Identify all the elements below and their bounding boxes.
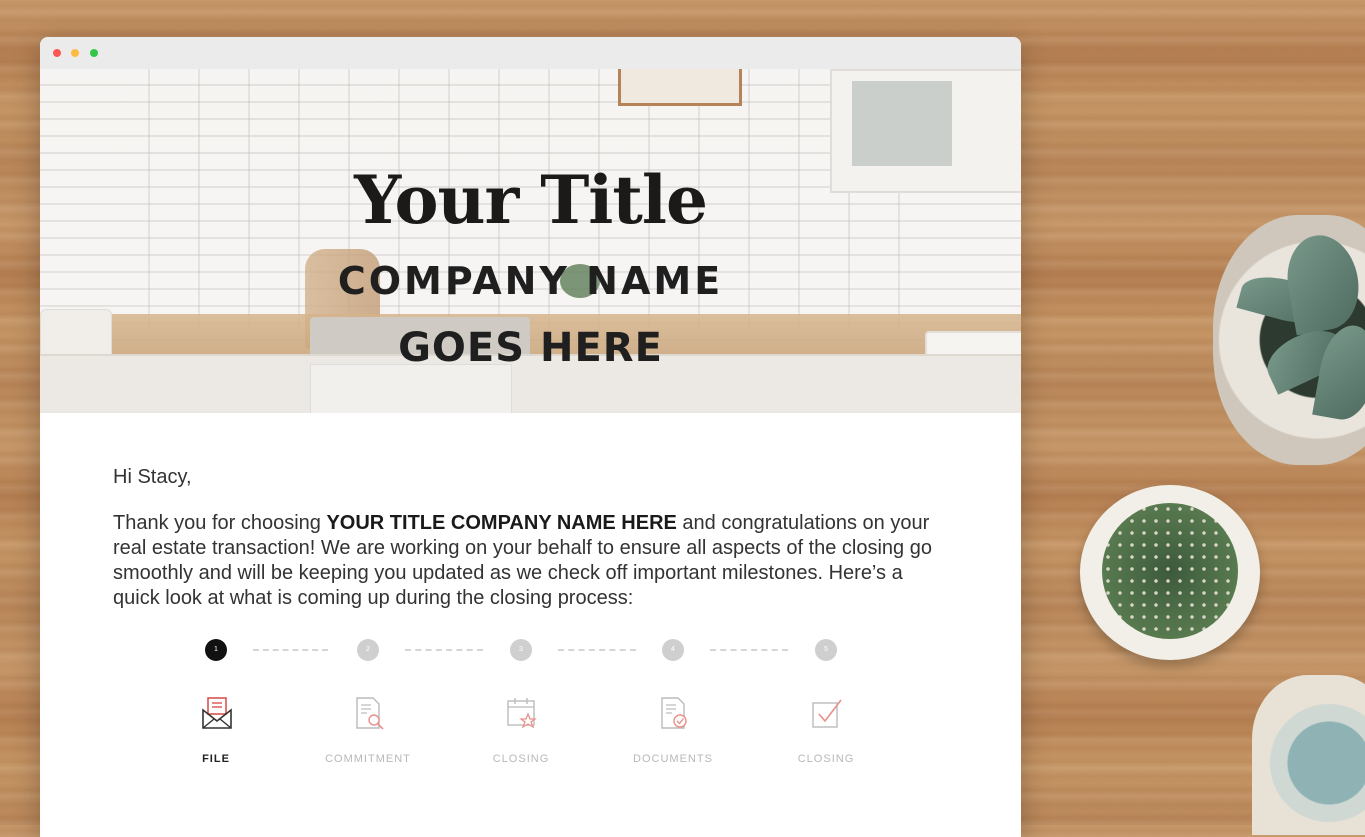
intro-company-name: YOUR TITLE COMPANY NAME HERE bbox=[326, 512, 677, 534]
hero-banner: Your Title COMPANY NAME GOES HERE bbox=[40, 69, 1021, 413]
hero-company-name: COMPANY NAME bbox=[337, 259, 724, 303]
step-connector bbox=[558, 649, 636, 651]
greeting-text: Hi Stacy, bbox=[113, 466, 192, 488]
step-dot-1: 1 bbox=[205, 639, 227, 661]
cactus-spikes bbox=[1102, 503, 1238, 639]
cactus-pot-decoration bbox=[1080, 485, 1260, 660]
minimize-window-button[interactable] bbox=[71, 49, 79, 57]
document-check-icon bbox=[661, 697, 687, 729]
step-label-2: COMMITMENT bbox=[325, 753, 411, 765]
step-label-4: DOCUMENTS bbox=[633, 753, 713, 765]
step-dot-5: 5 bbox=[815, 639, 837, 661]
succulent-pot-decoration-bottom bbox=[1252, 675, 1365, 835]
hero-goes-here: GOES HERE bbox=[398, 325, 663, 371]
step-label-3: CLOSING bbox=[492, 753, 550, 765]
step-dot-3: 3 bbox=[510, 639, 532, 661]
intro-text-before: Thank you for choosing bbox=[113, 512, 327, 534]
step-connector bbox=[253, 649, 328, 651]
step-dot-2: 2 bbox=[357, 639, 379, 661]
intro-paragraph: Thank you for choosing YOUR TITLE COMPAN… bbox=[113, 511, 948, 611]
step-connector bbox=[710, 649, 788, 651]
envelope-icon bbox=[202, 697, 232, 729]
close-window-button[interactable] bbox=[53, 49, 61, 57]
hero-title: Your Title bbox=[354, 161, 708, 239]
window-titlebar bbox=[40, 37, 1021, 69]
calendar-star-icon bbox=[507, 698, 537, 729]
oven bbox=[310, 364, 512, 413]
zoom-window-button[interactable] bbox=[90, 49, 98, 57]
step-label-1: FILE bbox=[202, 753, 230, 765]
progress-tracker: 1 2 3 4 5 FILE COMMITMENT CLOSING DOCUME… bbox=[113, 639, 948, 779]
wall-picture-frame bbox=[618, 69, 742, 106]
document-search-icon bbox=[356, 697, 384, 730]
email-body: Hi Stacy, Thank you for choosing YOUR TI… bbox=[40, 413, 1021, 779]
step-dot-4: 4 bbox=[662, 639, 684, 661]
step-connector bbox=[405, 649, 483, 651]
browser-window: Your Title COMPANY NAME GOES HERE Hi Sta… bbox=[40, 37, 1021, 837]
step-label-5: CLOSING bbox=[797, 753, 855, 765]
checkbox-icon bbox=[812, 699, 842, 728]
